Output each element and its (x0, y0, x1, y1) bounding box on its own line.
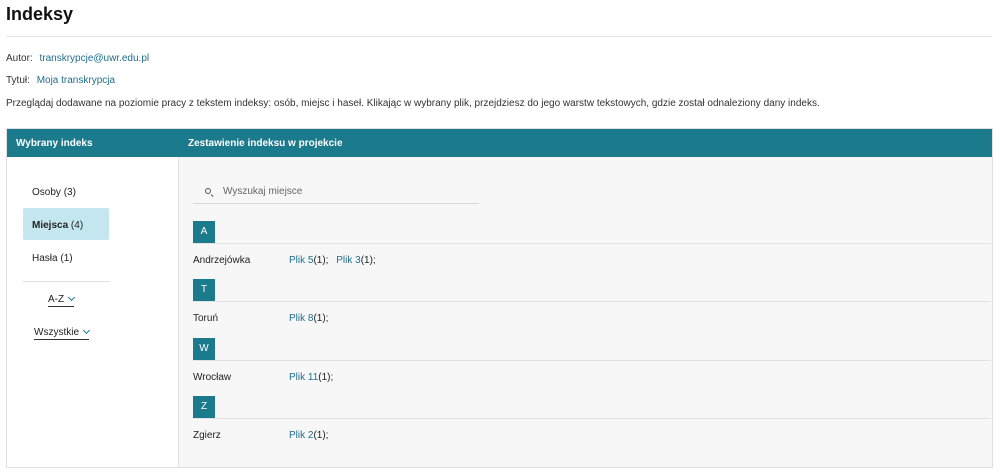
chevron-down-icon (68, 293, 76, 302)
category-label: Hasła (32, 253, 58, 264)
file-ref: Plik 5(1); (289, 255, 328, 266)
entry-name: Toruń (193, 313, 219, 324)
transcription-title-link[interactable]: Moja transkrypcja (37, 75, 115, 86)
entry-files: Plik 8(1); (289, 313, 333, 324)
letter-badge-t: T (193, 279, 215, 301)
sort-dropdown[interactable]: A-Z (48, 293, 76, 307)
file-link[interactable]: Plik 5 (289, 255, 313, 266)
page-title: Indeksy (6, 4, 74, 24)
file-link[interactable]: Plik 11 (289, 372, 318, 383)
category-hasla[interactable]: Hasła (1) (23, 241, 109, 273)
title-row: Tytuł: Moja transkrypcja (6, 75, 115, 86)
entry-files: Plik 11(1); (289, 372, 338, 383)
file-count: (1); (360, 255, 376, 266)
file-ref: Plik 3(1); (336, 255, 375, 266)
search-icon (205, 188, 211, 194)
filter-dropdown[interactable]: Wszystkie (34, 326, 91, 340)
file-ref: Plik 2(1); (289, 430, 328, 441)
title-label: Tytuł: (6, 75, 30, 86)
index-summary-header: Zestawienie indeksu w projekcie (188, 138, 343, 149)
category-miejsca[interactable]: Miejsca (4) (23, 208, 109, 240)
author-label: Autor: (6, 53, 33, 64)
sort-value: A-Z (48, 294, 65, 305)
letter-badge-a: A (193, 221, 215, 243)
panel-header: Wybrany indeks Zestawienie indeksu w pro… (7, 129, 992, 157)
file-count: (1); (313, 430, 329, 441)
file-count: (1); (313, 313, 329, 324)
letter-divider (193, 360, 991, 361)
file-link[interactable]: Plik 2 (289, 430, 313, 441)
letter-divider (193, 418, 991, 419)
category-label: Miejsca (32, 220, 69, 231)
file-ref: Plik 8(1); (289, 313, 328, 324)
search-box (193, 177, 479, 204)
file-link[interactable]: Plik 8 (289, 313, 313, 324)
entry-files: Plik 2(1); (289, 430, 333, 441)
category-label: Osoby (32, 187, 61, 198)
page-description: Przeglądaj dodawane na poziomie pracy z … (6, 98, 820, 109)
filter-value: Wszystkie (34, 327, 79, 338)
index-category-sidebar: Osoby (3) Miejsca (4) Hasła (1) A-Z Wszy… (7, 157, 179, 467)
sidebar-divider (23, 281, 110, 282)
search-input[interactable] (223, 183, 463, 199)
chevron-down-icon (82, 326, 91, 335)
file-link[interactable]: Plik 3 (336, 255, 360, 266)
category-count: (4) (70, 220, 84, 231)
category-osoby[interactable]: Osoby (3) (23, 175, 109, 207)
author-row: Autor: transkrypcje@uwr.edu.pl (6, 53, 149, 64)
index-panel: Wybrany indeks Zestawienie indeksu w pro… (6, 128, 993, 468)
author-link[interactable]: transkrypcje@uwr.edu.pl (39, 53, 149, 64)
entry-name: Zgierz (193, 430, 221, 441)
category-count: (1) (60, 253, 73, 264)
file-count: (1); (313, 255, 329, 266)
title-divider (6, 36, 992, 37)
selected-index-header: Wybrany indeks (16, 138, 93, 149)
file-ref: Plik 11(1); (289, 372, 333, 383)
category-count: (3) (63, 187, 76, 198)
entry-files: Plik 5(1); Plik 3(1); (289, 255, 381, 266)
file-count: (1); (318, 372, 334, 383)
entry-name: Wrocław (193, 372, 232, 383)
letter-divider (193, 243, 991, 244)
letter-badge-w: W (193, 338, 215, 360)
letter-divider (193, 301, 991, 302)
entry-name: Andrzejówka (193, 255, 251, 266)
letter-badge-z: Z (193, 396, 215, 418)
